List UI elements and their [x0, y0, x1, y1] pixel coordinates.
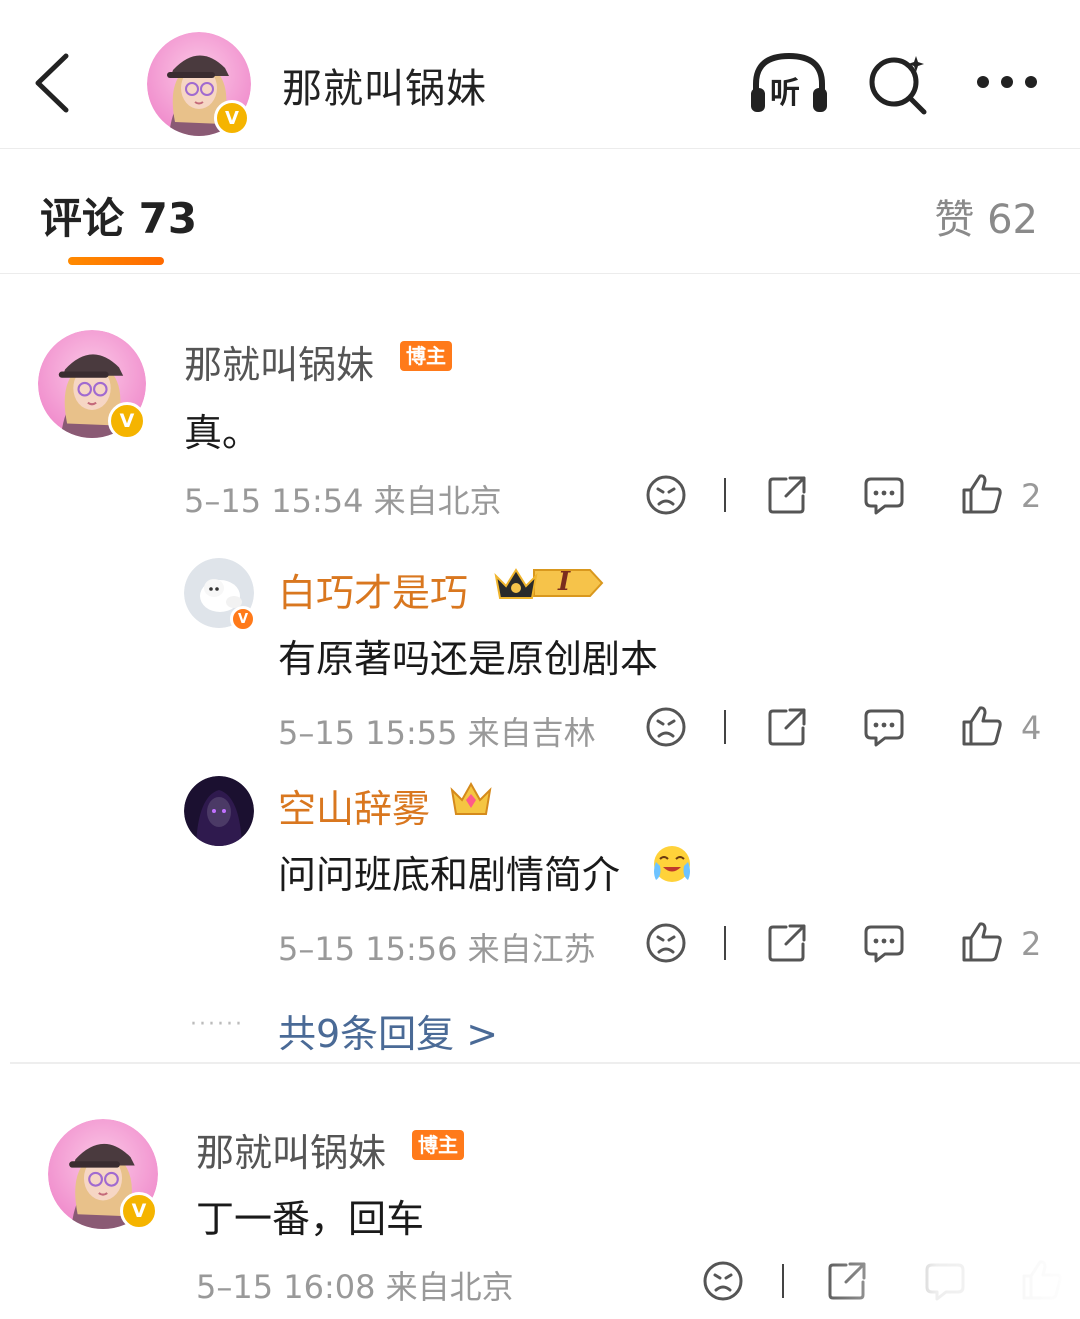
reply-text: 有原著吗还是原创剧本	[278, 637, 659, 681]
active-tab-indicator	[68, 257, 164, 265]
search-icon[interactable]	[866, 52, 930, 116]
top-bar: V 那就叫锅妹 听	[0, 0, 1080, 149]
listen-label: 听	[770, 76, 800, 111]
reply-meta: 5–15 15:55 来自吉林	[278, 714, 596, 752]
like-icon[interactable]	[960, 920, 1004, 964]
divider	[724, 710, 726, 744]
reply-icon[interactable]	[863, 922, 905, 964]
view-all-replies-link[interactable]: 共9条回复 >	[278, 1003, 498, 1058]
dislike-icon[interactable]	[645, 922, 687, 964]
blogger-badge: 博主	[412, 1130, 464, 1160]
comment-tabs: 评论 73 赞 62	[0, 149, 1080, 274]
blogger-badge: 博主	[400, 341, 452, 371]
crying-laugh-emoji-icon	[654, 846, 690, 882]
like-count: 2	[1021, 477, 1042, 515]
member-level: I	[558, 567, 571, 597]
divider	[782, 1264, 784, 1298]
dislike-icon[interactable]	[645, 706, 687, 748]
comment-divider	[10, 1062, 1080, 1064]
tab-likes[interactable]: 赞 62	[934, 187, 1038, 245]
comment-meta: 5–15 15:54 来自北京	[184, 482, 502, 520]
verified-badge-icon: V	[108, 402, 146, 440]
dislike-icon[interactable]	[702, 1260, 744, 1302]
like-count: 2	[1021, 925, 1042, 963]
reply-text-content: 问问班底和剧情简介	[278, 853, 621, 897]
comment-username[interactable]: 那就叫锅妹	[196, 1122, 386, 1177]
reply-meta: 5–15 15:56 来自江苏	[278, 930, 596, 968]
comment-meta: 5–15 16:08 来自北京	[196, 1268, 514, 1306]
like-icon[interactable]	[960, 472, 1004, 516]
divider	[724, 926, 726, 960]
reply-icon[interactable]	[863, 474, 905, 516]
chevron-left-icon[interactable]	[30, 50, 80, 116]
reply-icon[interactable]	[863, 706, 905, 748]
like-count: 4	[1021, 709, 1042, 747]
comment-text: 丁一番，回车	[196, 1197, 425, 1241]
reply-text: 问问班底和剧情简介	[278, 844, 620, 899]
profile-name[interactable]: 那就叫锅妹	[282, 56, 487, 114]
headphones-listen-icon[interactable]: 听	[748, 50, 830, 116]
share-icon[interactable]	[766, 706, 808, 748]
verified-badge-icon: V	[120, 1192, 158, 1230]
comment-username[interactable]: 那就叫锅妹	[184, 334, 374, 389]
more-icon[interactable]	[974, 72, 1040, 92]
divider	[724, 478, 726, 512]
tab-comments[interactable]: 评论 73	[40, 185, 197, 246]
verified-badge-icon: V	[214, 100, 250, 136]
crown-badge-icon	[450, 781, 492, 815]
avatar[interactable]	[184, 776, 254, 846]
reply-username[interactable]: 空山辞雾	[278, 778, 430, 833]
share-icon[interactable]	[766, 922, 808, 964]
bottom-fade-overlay	[820, 1230, 1080, 1319]
member-crown-badge: I	[494, 562, 606, 604]
dislike-icon[interactable]	[645, 474, 687, 516]
like-icon[interactable]	[960, 704, 1004, 748]
comment-text: 真。	[184, 411, 261, 455]
more-replies-dots: ······	[190, 1012, 244, 1037]
reply-username[interactable]: 白巧才是巧	[278, 562, 468, 617]
share-icon[interactable]	[766, 474, 808, 516]
verified-badge-icon: V	[230, 606, 256, 632]
